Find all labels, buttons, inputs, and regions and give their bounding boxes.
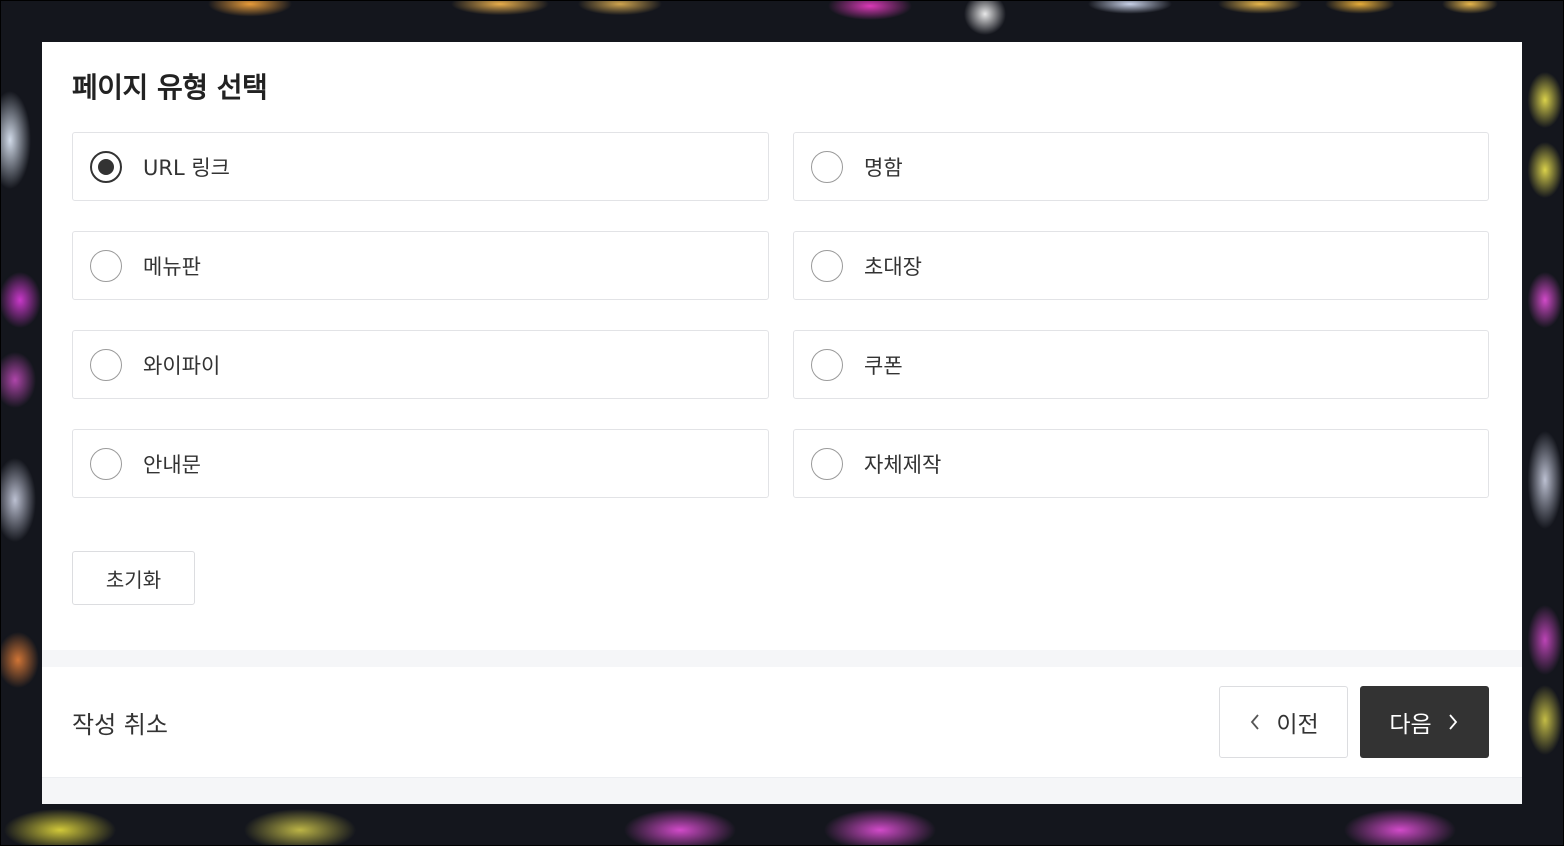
option-label: 안내문 <box>143 452 201 477</box>
option-label: 와이파이 <box>143 353 221 378</box>
option-label: 자체제작 <box>864 452 942 477</box>
option-business-card[interactable]: 명함 <box>793 132 1489 201</box>
radio-unchecked-icon[interactable] <box>90 348 122 381</box>
radio-dot <box>98 158 114 175</box>
radio-unchecked-icon[interactable] <box>811 249 843 282</box>
prev-button[interactable]: 이전 <box>1219 686 1348 758</box>
prev-button-label: 이전 <box>1276 712 1319 738</box>
option-label: 초대장 <box>864 254 922 279</box>
option-label: 쿠폰 <box>864 353 903 378</box>
next-button[interactable]: 다음 <box>1360 686 1489 758</box>
modal-footer: 작성 취소 이전 다음 <box>42 667 1522 778</box>
option-url-link[interactable]: URL 링크 <box>72 132 769 201</box>
chevron-left-icon <box>1248 712 1262 732</box>
chevron-right-icon <box>1446 712 1460 732</box>
option-label: 명함 <box>864 155 903 180</box>
radio-unchecked-icon[interactable] <box>811 447 843 480</box>
option-custom[interactable]: 자체제작 <box>793 429 1489 498</box>
radio-unchecked-icon[interactable] <box>90 447 122 480</box>
page-type-modal: 페이지 유형 선택 URL 링크 명함 메뉴판 초대장 와이파이 쿠폰 안내문 <box>42 42 1522 804</box>
page-type-options: URL 링크 명함 메뉴판 초대장 와이파이 쿠폰 안내문 자체제작 <box>72 132 1489 498</box>
radio-unchecked-icon[interactable] <box>811 150 843 183</box>
radio-unchecked-icon[interactable] <box>811 348 843 381</box>
reset-button[interactable]: 초기화 <box>72 551 195 605</box>
option-label: 메뉴판 <box>143 254 201 279</box>
footer-bottom-band <box>42 778 1522 804</box>
option-label: URL 링크 <box>143 155 230 180</box>
option-wifi[interactable]: 와이파이 <box>72 330 769 399</box>
radio-unchecked-icon[interactable] <box>90 249 122 282</box>
option-menu-board[interactable]: 메뉴판 <box>72 231 769 300</box>
radio-checked-icon[interactable] <box>90 150 122 183</box>
option-invitation[interactable]: 초대장 <box>793 231 1489 300</box>
option-coupon[interactable]: 쿠폰 <box>793 330 1489 399</box>
next-button-label: 다음 <box>1389 712 1432 738</box>
modal-title: 페이지 유형 선택 <box>72 71 268 104</box>
section-divider <box>42 650 1522 667</box>
option-notice[interactable]: 안내문 <box>72 429 769 498</box>
cancel-writing-link[interactable]: 작성 취소 <box>72 705 168 740</box>
